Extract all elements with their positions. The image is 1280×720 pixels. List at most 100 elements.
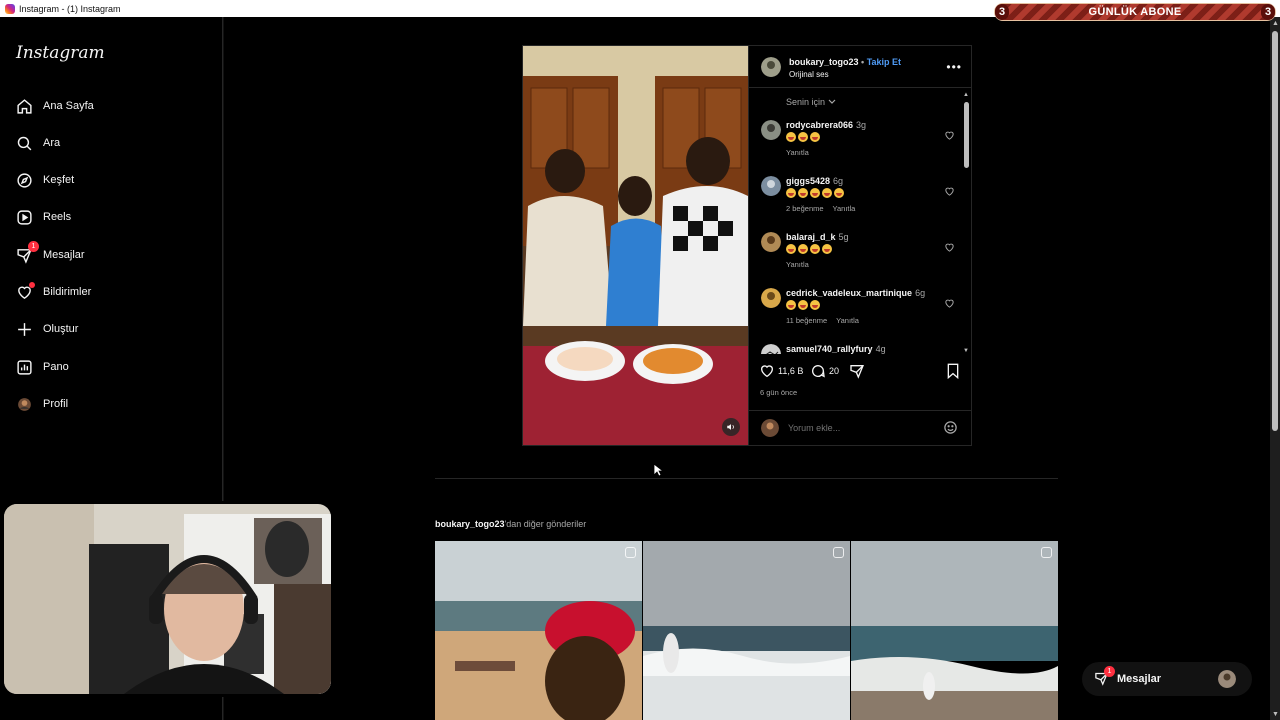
- sidebar-item-label: Ana Sayfa: [43, 100, 94, 112]
- scroll-down-icon[interactable]: ▼: [963, 348, 969, 354]
- messages-floating-button[interactable]: 1 Mesajlar: [1082, 662, 1252, 696]
- sort-label: Senin için: [786, 97, 826, 107]
- more-posts-username[interactable]: boukary_togo23: [435, 519, 505, 529]
- messenger-icon: 1: [1094, 666, 1115, 691]
- audio-label[interactable]: Orijinal ses: [789, 70, 829, 79]
- comment-button[interactable]: 20: [810, 363, 839, 379]
- comments-scrollbar[interactable]: ▲ ▼: [963, 92, 970, 354]
- messenger-icon: 1: [15, 241, 39, 264]
- like-count: 11,6 B: [778, 366, 804, 376]
- sidebar-item-label: Reels: [43, 211, 72, 223]
- save-button[interactable]: [946, 363, 960, 379]
- follow-button[interactable]: Takip Et: [867, 57, 901, 67]
- header-separator: •: [861, 57, 865, 67]
- page-scrollbar-thumb[interactable]: [1272, 31, 1278, 431]
- comment-like-icon[interactable]: [944, 184, 955, 202]
- author-avatar[interactable]: [761, 57, 781, 77]
- sidebar-item-reels[interactable]: Reels: [15, 205, 71, 229]
- sidebar-item-profile[interactable]: Profil: [15, 392, 68, 416]
- page-scrollbar[interactable]: ▲ ▼: [1270, 17, 1280, 720]
- add-comment-bar: [749, 410, 972, 445]
- comment-sort-dropdown[interactable]: Senin için: [786, 97, 836, 107]
- comment-input[interactable]: [788, 421, 928, 435]
- scroll-down-icon[interactable]: ▼: [1272, 711, 1279, 718]
- laughing-emoji-icon: [810, 244, 820, 254]
- plus-icon: [15, 320, 33, 338]
- post-card: boukary_togo23 • Takip Et Orijinal ses •…: [522, 45, 972, 446]
- comment-likes[interactable]: 11 beğenme: [786, 316, 827, 325]
- grid-post-image: [851, 541, 1058, 720]
- laughing-emoji-icon: [798, 132, 808, 142]
- comment-likes[interactable]: 2 beğenme: [786, 204, 824, 213]
- commenter-avatar[interactable]: [761, 120, 781, 140]
- comments-list: Senin için rodycabrera066 3g Yanıtla gigg…: [749, 89, 972, 354]
- messages-badge: 1: [28, 241, 39, 252]
- comment-time: 4g: [875, 344, 886, 354]
- grid-post-1[interactable]: [435, 541, 642, 720]
- commenter-username[interactable]: samuel740_rallyfury: [786, 344, 873, 354]
- author-username[interactable]: boukary_togo23: [789, 57, 859, 67]
- laughing-emoji-icon: [810, 188, 820, 198]
- sidebar-item-label: Ara: [43, 137, 61, 149]
- banner-right-count: 3: [1261, 4, 1275, 20]
- comment-like-icon[interactable]: [944, 240, 955, 258]
- comment-like-icon[interactable]: [944, 128, 955, 146]
- post-video[interactable]: [523, 46, 748, 445]
- commenter-username[interactable]: cedrick_vadeleux_martinique: [786, 288, 912, 298]
- scroll-up-icon[interactable]: ▲: [963, 92, 969, 98]
- comment-text: [786, 132, 820, 142]
- sidebar-item-messages[interactable]: 1 Mesajlar: [15, 241, 85, 267]
- sidebar-item-home[interactable]: Ana Sayfa: [15, 94, 94, 118]
- laughing-emoji-icon: [822, 244, 832, 254]
- like-button[interactable]: 11,6 B: [759, 363, 803, 379]
- comment-time: 3g: [856, 120, 867, 130]
- sidebar-item-explore[interactable]: Keşfet: [15, 168, 74, 192]
- instagram-logo[interactable]: Instagram: [16, 43, 105, 63]
- banner-label: GÜNLÜK ABONE: [1088, 6, 1182, 18]
- commenter-avatar[interactable]: [761, 232, 781, 252]
- more-posts-heading: boukary_togo23'dan diğer gönderiler: [435, 519, 586, 529]
- sidebar-item-label: Bildirimler: [43, 286, 92, 298]
- mouse-cursor-icon: [653, 463, 663, 477]
- comments-scrollbar-thumb[interactable]: [964, 102, 969, 168]
- sidebar-item-label: Keşfet: [43, 174, 75, 186]
- reply-button[interactable]: Yanıtla: [833, 204, 856, 213]
- commenter-username[interactable]: rodycabrera066: [786, 120, 853, 130]
- video-frame-image: [523, 46, 748, 445]
- sidebar-item-search[interactable]: Ara: [15, 131, 60, 155]
- comment-like-icon[interactable]: [944, 296, 955, 314]
- emoji-picker-icon[interactable]: [943, 420, 958, 440]
- sidebar-item-label: Mesajlar: [43, 249, 85, 261]
- messages-badge: 1: [1104, 666, 1115, 677]
- more-options-icon[interactable]: •••: [946, 60, 962, 74]
- share-button[interactable]: [849, 363, 865, 379]
- commenter-username[interactable]: giggs5428: [786, 176, 830, 186]
- notification-dot: [29, 282, 35, 288]
- commenter-username[interactable]: balaraj_d_k: [786, 232, 836, 242]
- sidebar-item-notifications[interactable]: Bildirimler: [15, 280, 91, 304]
- volume-toggle-button[interactable]: [722, 418, 740, 436]
- reply-button[interactable]: Yanıtla: [836, 316, 859, 325]
- laughing-emoji-icon: [834, 188, 844, 198]
- reel-icon: [1041, 547, 1052, 558]
- comment-text: [786, 244, 832, 254]
- reply-button[interactable]: Yanıtla: [786, 148, 809, 157]
- reels-icon: [15, 208, 33, 226]
- grid-post-3[interactable]: [851, 541, 1058, 720]
- scroll-up-icon[interactable]: ▲: [1272, 20, 1279, 27]
- commenter-avatar[interactable]: [761, 176, 781, 196]
- commenter-avatar[interactable]: [761, 344, 781, 354]
- sidebar-item-dashboard[interactable]: Pano: [15, 355, 69, 379]
- reply-button[interactable]: Yanıtla: [786, 260, 809, 269]
- recent-chat-avatar: [1218, 670, 1236, 688]
- grid-post-2[interactable]: [643, 541, 850, 720]
- sidebar-item-label: Profil: [43, 398, 69, 410]
- laughing-emoji-icon: [798, 300, 808, 310]
- webcam-overlay: [1, 501, 334, 697]
- commenter-avatar[interactable]: [761, 288, 781, 308]
- grid-post-image: [643, 541, 850, 720]
- sidebar-item-create[interactable]: Oluştur: [15, 317, 78, 341]
- laughing-emoji-icon: [786, 132, 796, 142]
- reel-icon: [625, 547, 636, 558]
- grid-post-image: [435, 541, 642, 720]
